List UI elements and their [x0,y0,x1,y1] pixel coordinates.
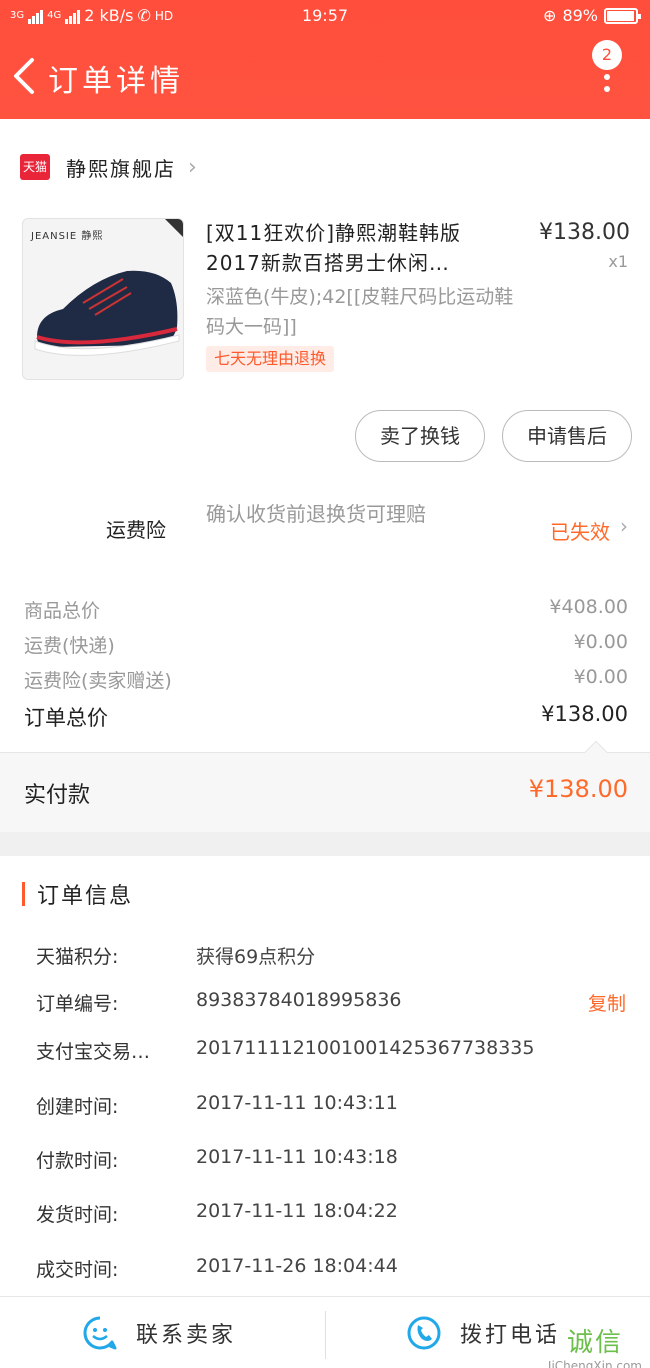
chevron-right-icon: › [620,514,628,538]
chevron-left-icon [14,58,34,94]
product-title[interactable]: [双11狂欢价]静熙潮鞋韩版2017新款百搭男士休闲… [206,218,510,278]
summary-row-goods: 商品总价 ¥408.00 [24,596,628,623]
order-total-label: 订单总价 [24,706,108,730]
status-bar: 3G 4G 2 kB/s ✆ HD 19:57 ⊕ 89% [0,0,650,32]
payment-value: ¥138.00 [528,775,628,803]
watermark-text: 诚信 [566,1328,623,1358]
payment-notch [584,740,608,764]
info-row-created: 创建时间: 2017-11-11 10:43:11 [36,1092,626,1122]
return-policy-tag: 七天无理由退换 [206,346,335,372]
battery-percent: 89% [562,6,598,25]
payment-label: 实付款 [24,783,91,808]
shipping-insurance-status[interactable]: 已失效 [550,516,610,545]
order-info-title: 订单信息 [37,884,134,909]
info-label: 创建时间: [36,1096,119,1118]
chat-smile-icon [83,1316,117,1350]
summary-label: 运费险(卖家赠送) [24,670,172,692]
info-value: 获得69点积分 [196,946,316,968]
call-phone-button[interactable]: 拨打电话 [406,1297,560,1368]
product-image[interactable]: JEANSIE 静熙 [22,218,184,380]
shipping-insurance-label: 运费险 [106,518,166,542]
more-dot-icon [604,86,610,92]
summary-row-insurance: 运费险(卖家赠送) ¥0.00 [24,666,628,693]
info-value: 2017-11-11 10:43:11 [196,1092,398,1114]
info-label: 发货时间: [36,1204,119,1226]
summary-row-total: 订单总价 ¥138.00 [24,702,628,732]
shop-row[interactable]: 天猫 静熙旗舰店 › [0,140,650,194]
product-sku: 深蓝色(牛皮);42[[皮鞋尺码比运动鞋码大一码]] [206,286,514,338]
summary-value: ¥408.00 [549,596,628,618]
summary-value: ¥0.00 [573,631,628,653]
resell-button[interactable]: 卖了换钱 [355,410,485,462]
more-dot-icon [604,74,610,80]
summary-label: 运费(快递) [24,635,115,657]
page-title: 订单详情 [48,64,184,99]
watermark-logo: 诚信 JiChengXin.com [548,1322,642,1368]
info-row-shipped: 发货时间: 2017-11-11 18:04:22 [36,1200,626,1230]
order-total-value: ¥138.00 [541,702,628,726]
info-row-completed: 成交时间: 2017-11-26 18:04:44 [36,1255,626,1285]
info-label: 订单编号: [36,993,119,1015]
info-value: 89383784018995836 [196,989,402,1011]
section-divider [0,832,650,856]
info-row-paid: 付款时间: 2017-11-11 10:43:18 [36,1146,626,1176]
tmall-logo: 天猫 [20,154,50,180]
app-header: 3G 4G 2 kB/s ✆ HD 19:57 ⊕ 89% 订单详情 2 [0,0,650,119]
chevron-right-icon: › [188,154,197,180]
info-value: 2017111121001001425367738335 [196,1037,535,1059]
info-label: 支付宝交易… [36,1041,151,1063]
after-sales-button[interactable]: 申请售后 [502,410,632,462]
product-image-brand: JEANSIE 静熙 [31,231,104,242]
info-value: 2017-11-11 10:43:18 [196,1146,398,1168]
copy-order-number-button[interactable]: 复制 [588,989,626,1016]
phone-icon [407,1316,441,1350]
info-row-order-number: 订单编号: 89383784018995836 复制 [36,989,626,1019]
more-menu-button[interactable]: 2 [592,40,628,100]
contact-seller-label: 联系卖家 [136,1323,237,1348]
payment-box: 实付款 ¥138.00 [0,740,650,832]
summary-value: ¥0.00 [573,666,628,688]
shop-name: 静熙旗舰店 [66,156,176,181]
info-row-points: 天猫积分: 获得69点积分 [36,942,626,972]
info-value: 2017-11-26 18:04:44 [196,1255,398,1277]
info-label: 天猫积分: [36,946,119,968]
info-label: 成交时间: [36,1259,119,1281]
section-accent-bar [22,882,25,906]
shoe-icon [34,219,183,356]
product-quantity: x1 [608,252,628,271]
back-button[interactable] [10,56,40,96]
order-info-header: 订单信息 [22,878,133,910]
product-price: ¥138.00 [539,220,630,245]
summary-row-shipping: 运费(快递) ¥0.00 [24,631,628,658]
shipping-insurance-desc: 确认收货前退换货可理赔 [206,502,426,526]
info-label: 付款时间: [36,1150,119,1172]
rotation-lock-icon: ⊕ [543,6,557,25]
footer-divider [325,1311,326,1359]
call-phone-label: 拨打电话 [460,1323,561,1348]
contact-seller-button[interactable]: 联系卖家 [82,1297,236,1368]
info-value: 2017-11-11 18:04:22 [196,1200,398,1222]
message-count-badge: 2 [592,40,622,70]
watermark-domain: JiChengXin.com [547,1359,642,1368]
summary-label: 商品总价 [24,600,101,622]
info-row-alipay: 支付宝交易… 2017111121001001425367738335 [36,1037,626,1067]
battery-icon [604,7,641,24]
